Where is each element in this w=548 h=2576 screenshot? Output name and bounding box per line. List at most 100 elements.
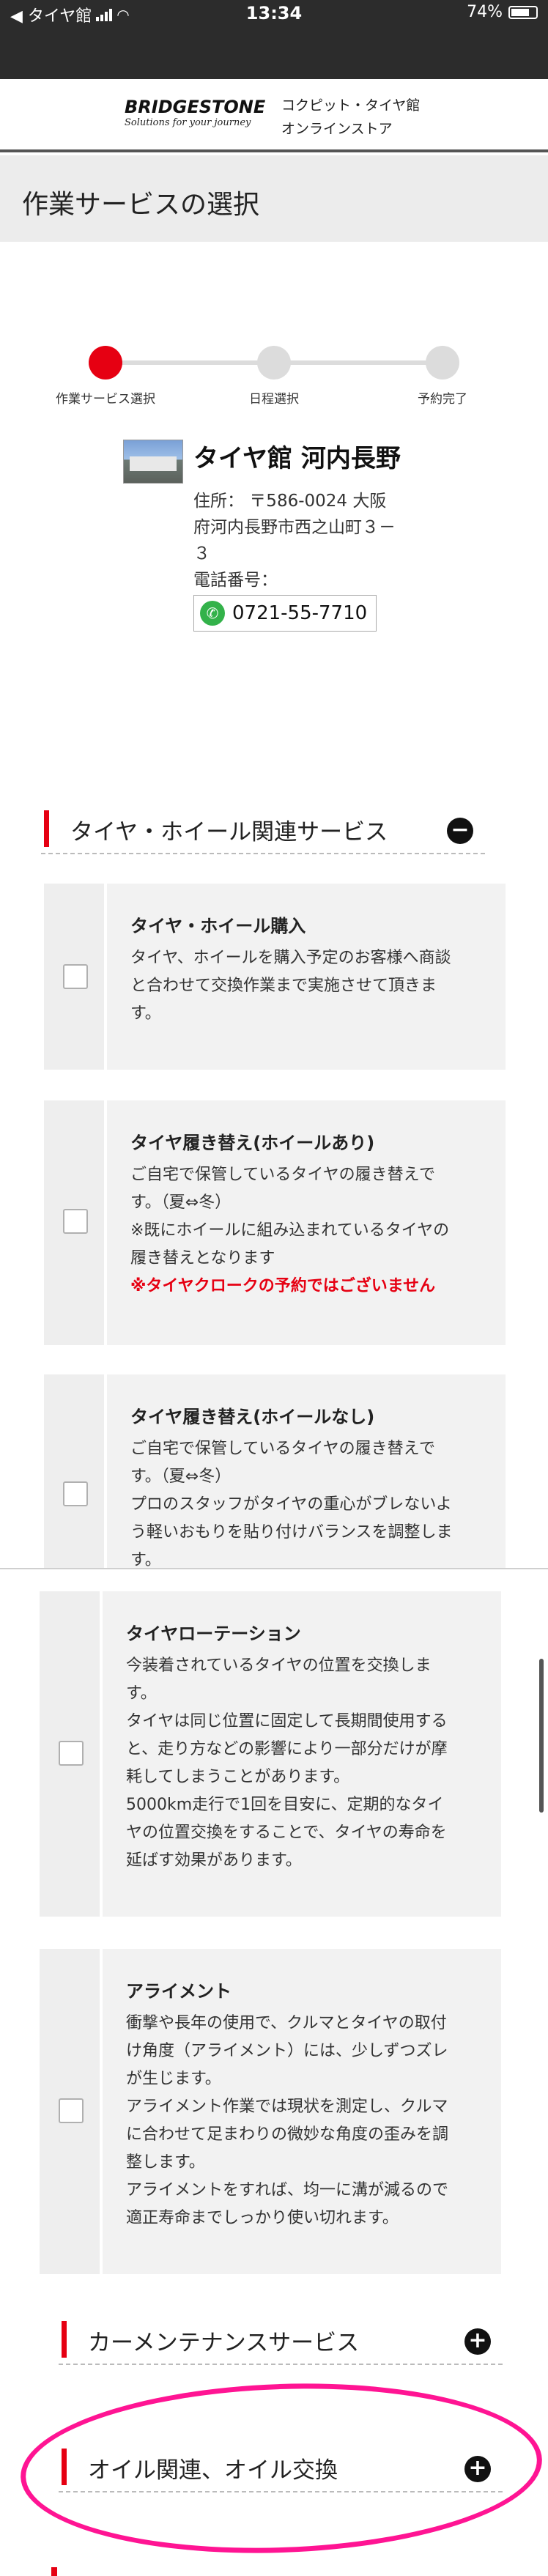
service-title: タイヤ・ホイール購入 <box>130 916 306 936</box>
description-line: アライメントをすれば、均一に溝が減るので <box>126 2181 449 2199</box>
phone-icon: ✆ <box>200 601 225 626</box>
description-line: 耗してしまうことがあります。 <box>126 1768 350 1786</box>
card-body: タイヤ・ホイール購入 タイヤ、ホイールを購入予定のお客様へ商談 と合わせて交換作… <box>130 911 491 1028</box>
service-checkbox[interactable] <box>63 964 88 989</box>
service-title: タイヤローテーション <box>126 1624 301 1644</box>
service-checkbox[interactable] <box>63 1481 88 1506</box>
step-label-schedule: 日程選択 <box>249 392 299 407</box>
scroll-indicator[interactable] <box>539 1659 544 1813</box>
description-line: う軽いおもりを貼り付けバランスを調整しま <box>130 1523 453 1541</box>
highlight-circle-annotation <box>18 2375 545 2562</box>
page-title: 作業サービスの選択 <box>22 190 260 220</box>
screenshot-stitch-divider <box>0 1568 548 1569</box>
description-line: 適正寿命までしっかり使い切れます。 <box>126 2209 399 2227</box>
store-name: コクピット・タイヤ館 オンラインストア <box>281 94 420 141</box>
next-category-accent-bar <box>51 2567 57 2576</box>
shop-address-line: ３ <box>193 544 210 563</box>
bridgestone-logo[interactable]: BRIDGESTONE Solutions for your journey <box>125 97 265 128</box>
service-description: 衝撃や長年の使用で、クルマとタイヤの取付 け角度（アライメント）には、少しずつズ… <box>126 2010 486 2232</box>
service-checkbox[interactable] <box>59 1741 84 1766</box>
description-line: す。 <box>130 1551 161 1568</box>
description-line: け角度（アライメント）には、少しずつズレ <box>126 2042 448 2060</box>
phone-label: 電話番号： <box>193 571 278 590</box>
description-line: タイヤ、ホイールを購入予定のお客様へ商談 <box>130 949 451 967</box>
shop-name: タイヤ館 河内長野 <box>193 444 401 473</box>
description-line: が生じます。 <box>126 2070 221 2088</box>
description-line: タイヤは同じ位置に固定して長期間使用する <box>126 1712 448 1731</box>
service-checkbox[interactable] <box>59 2098 84 2123</box>
battery-icon <box>508 5 538 19</box>
description-line: 延ばす効果があります。 <box>126 1851 302 1870</box>
shop-address-line: 府河内長野市西之山町３－ <box>193 518 396 537</box>
card-check-column <box>44 884 107 1070</box>
description-line: に合わせて足まわりの微妙な角度の歪みを調 <box>126 2125 449 2144</box>
status-time: 13:34 <box>245 3 303 23</box>
shop-building <box>130 456 177 471</box>
description-line: ヤの位置交換をすることで、タイヤの寿命を <box>126 1824 447 1842</box>
service-title: タイヤ履き替え(ホイールなし) <box>130 1407 375 1427</box>
service-card-alignment[interactable]: アライメント 衝撃や長年の使用で、クルマとタイヤの取付 け角度（アライメント）に… <box>40 1949 501 2274</box>
description-line: す。（夏⇔冬） <box>130 1467 232 1486</box>
service-description: ご自宅で保管しているタイヤの履き替えで す。（夏⇔冬） プロのスタッフがタイヤの… <box>130 1435 491 1568</box>
status-bar: ◀ タイヤ館 ◠ 13:34 74% <box>0 0 548 79</box>
step-label-complete: 予約完了 <box>418 392 467 407</box>
description-line: 今装着されているタイヤの位置を交換しま <box>126 1657 432 1675</box>
collapse-icon[interactable]: − <box>447 818 473 844</box>
phone-call-button[interactable]: ✆ 0721-55-7710 <box>193 595 377 632</box>
service-title: タイヤ履き替え(ホイールあり) <box>130 1133 375 1153</box>
description-line: アライメント作業では現状を測定し、クルマ <box>126 2098 448 2116</box>
card-check-column <box>44 1100 107 1345</box>
card-check-column <box>40 1949 103 2274</box>
card-check-column <box>44 1374 107 1568</box>
card-body: タイヤローテーション 今装着されているタイヤの位置を交換しま す。 タイヤは同じ… <box>126 1619 486 1875</box>
category-header-tire-wheel[interactable]: タイヤ・ホイール関連サービス − <box>41 803 485 854</box>
category-accent-bar <box>44 810 49 847</box>
brand-tagline: Solutions for your journey <box>125 117 251 128</box>
service-description: ご自宅で保管しているタイヤの履き替えで す。（夏⇔冬） ※既にホイールに組み込ま… <box>130 1161 491 1273</box>
description-line: ※既にホイールに組み込まれているタイヤの <box>130 1221 450 1240</box>
phone-number: 0721-55-7710 <box>232 602 368 624</box>
shop-address-line: 住所： 〒586-0024 大阪 <box>193 492 387 511</box>
category-header-car-maintenance[interactable]: カーメンテナンスサービス + <box>59 2314 503 2365</box>
description-line: と合わせて交換作業まで実施させて頂きま <box>130 977 437 995</box>
category-accent-bar <box>62 2321 67 2358</box>
category-title: タイヤ・ホイール関連サービス <box>70 819 388 845</box>
service-description: タイヤ、ホイールを購入予定のお客様へ商談 と合わせて交換作業まで実施させて頂きま… <box>130 944 491 1028</box>
description-line: す。（夏⇔冬） <box>130 1193 232 1212</box>
expand-icon[interactable]: + <box>464 2328 491 2355</box>
description-line: ご自宅で保管しているタイヤの履き替えで <box>130 1166 436 1184</box>
description-line: プロのスタッフがタイヤの重心がブレないよ <box>130 1495 452 1514</box>
service-card-tire-rotation[interactable]: タイヤローテーション 今装着されているタイヤの位置を交換しま す。 タイヤは同じ… <box>40 1591 501 1917</box>
progress-stepper: 作業サービス選択 日程選択 予約完了 <box>0 338 548 412</box>
step-dot-complete <box>426 346 459 380</box>
battery-percent: 74% <box>467 3 503 21</box>
brand-header: BRIDGESTONE Solutions for your journey コ… <box>0 79 548 152</box>
card-body: タイヤ履き替え(ホイールあり) ご自宅で保管しているタイヤの履き替えで す。（夏… <box>130 1128 491 1300</box>
service-title: アライメント <box>126 1981 232 2002</box>
service-card-tire-swap-with-wheel[interactable]: タイヤ履き替え(ホイールあり) ご自宅で保管しているタイヤの履き替えで す。（夏… <box>44 1100 506 1345</box>
step-dot-schedule <box>257 346 291 380</box>
description-line: す。 <box>126 1684 157 1703</box>
service-card-tire-wheel-purchase[interactable]: タイヤ・ホイール購入 タイヤ、ホイールを購入予定のお客様へ商談 と合わせて交換作… <box>44 884 506 1070</box>
shop-photo <box>123 440 183 484</box>
card-check-column <box>40 1591 103 1917</box>
status-right: 74% <box>467 3 538 21</box>
card-body: アライメント 衝撃や長年の使用で、クルマとタイヤの取付 け角度（アライメント）に… <box>126 1977 486 2232</box>
page-title-bar: 作業サービスの選択 <box>0 155 548 242</box>
service-card-tire-swap-without-wheel[interactable]: タイヤ履き替え(ホイールなし) ご自宅で保管しているタイヤの履き替えで す。（夏… <box>44 1374 506 1568</box>
card-body: タイヤ履き替え(ホイールなし) ご自宅で保管しているタイヤの履き替えで す。（夏… <box>130 1402 491 1568</box>
description-line: す。 <box>130 1004 161 1023</box>
store-name-line1: コクピット・タイヤ館 <box>281 97 421 114</box>
step-dot-service <box>89 346 122 380</box>
step-label-service: 作業サービス選択 <box>56 392 155 407</box>
description-line: 5000km走行で1回を目安に、定期的なタイ <box>126 1796 444 1814</box>
description-line: ご自宅で保管しているタイヤの履き替えで <box>130 1440 436 1458</box>
description-line: 衝撃や長年の使用で、クルマとタイヤの取付 <box>126 2014 447 2032</box>
service-warning-note: ※タイヤクロークの予約ではございません <box>130 1277 436 1295</box>
shop-address: 住所： 〒586-0024 大阪 府河内長野市西之山町３－ ３ 電話番号： <box>193 488 413 593</box>
description-line: と、走り方などの影響により一部分だけが摩 <box>126 1740 448 1758</box>
service-description: 今装着されているタイヤの位置を交換しま す。 タイヤは同じ位置に固定して長期間使… <box>126 1652 486 1875</box>
brand-name: BRIDGESTONE <box>125 97 265 117</box>
service-checkbox[interactable] <box>63 1209 88 1234</box>
battery-level <box>511 8 529 16</box>
